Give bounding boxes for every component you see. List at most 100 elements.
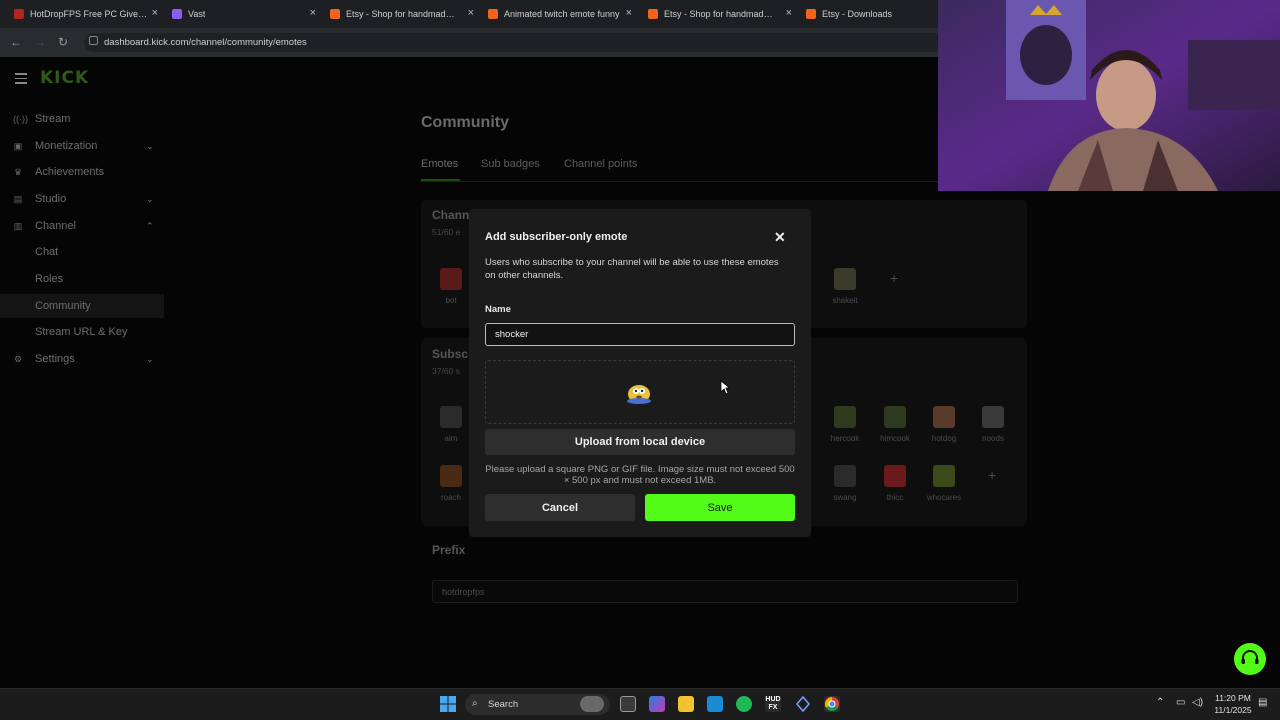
emote-item[interactable]: thicc — [875, 465, 915, 502]
tab-sub-badges[interactable]: Sub badges — [481, 158, 540, 170]
sidebar-item-studio[interactable]: ▤ Studio ⌄ — [0, 187, 164, 211]
sidebar-item-label: Settings — [35, 353, 75, 365]
sidebar-item-roles[interactable]: Roles — [0, 267, 164, 291]
headset-icon — [1241, 650, 1259, 664]
site-info-icon[interactable] — [89, 36, 98, 45]
emote-item[interactable]: himcook — [875, 406, 915, 443]
hud-fx-icon[interactable]: HUD FX — [765, 696, 781, 712]
emote-item[interactable]: noods — [973, 406, 1013, 443]
emote-name: thicc — [886, 493, 904, 502]
emote-name: aim — [444, 434, 458, 443]
emote-image — [834, 268, 856, 290]
chevron-up-icon[interactable]: ⌃ — [146, 221, 154, 232]
etsy-favicon-icon — [806, 9, 816, 19]
clock-time[interactable]: 11:20 PM — [1210, 693, 1256, 703]
emote-item[interactable]: hercook — [825, 406, 865, 443]
emote-image — [440, 268, 462, 290]
close-tab-icon[interactable]: × — [626, 7, 632, 19]
search-highlight-icon — [580, 696, 604, 712]
close-icon[interactable]: ✕ — [774, 229, 786, 246]
emote-name: bot — [445, 296, 457, 305]
support-button[interactable] — [1234, 643, 1266, 675]
chevron-down-icon[interactable]: ⌄ — [146, 354, 154, 365]
emote-item[interactable]: swang — [825, 465, 865, 502]
sidebar-item-label: Chat — [35, 246, 59, 258]
emote-name: hercook — [830, 434, 860, 443]
spotify-icon[interactable] — [736, 696, 752, 712]
notification-bell-icon[interactable]: ▤ — [1258, 697, 1267, 708]
browser-tab[interactable]: Vast × — [172, 4, 320, 24]
back-icon[interactable]: ← — [10, 35, 22, 49]
sidebar-item-settings[interactable]: ⚙ Settings ⌄ — [0, 347, 164, 371]
network-icon[interactable]: ▭ — [1176, 697, 1185, 708]
tab-emotes[interactable]: Emotes — [421, 158, 458, 170]
close-tab-icon[interactable]: × — [152, 7, 158, 19]
emote-name: whocares — [926, 493, 962, 502]
upload-help-text: Please upload a square PNG or GIF file. … — [485, 464, 795, 486]
file-explorer-icon[interactable] — [678, 696, 694, 712]
url-field[interactable]: dashboard.kick.com/channel/community/emo… — [84, 33, 944, 52]
menu-icon[interactable] — [15, 73, 27, 87]
emote-image — [834, 406, 856, 428]
tab-channel-points[interactable]: Channel points — [564, 158, 637, 170]
chrome-icon[interactable] — [824, 696, 840, 712]
tab-title: HotDropFPS Free PC Giveaway — [30, 9, 150, 19]
emote-name-input[interactable] — [485, 323, 795, 346]
chevron-down-icon[interactable]: ⌄ — [146, 141, 154, 152]
sidebar-item-achievements[interactable]: ♛ Achievements — [0, 160, 164, 184]
browser-tab[interactable]: Etsy - Downloads — [806, 4, 936, 24]
sidebar-item-chat[interactable]: Chat — [0, 240, 164, 264]
emote-image — [982, 406, 1004, 428]
clock-date[interactable]: 11/1/2025 — [1210, 705, 1256, 715]
sidebar-item-community[interactable]: Community — [0, 294, 164, 318]
sidebar-item-stream-url-key[interactable]: Stream URL & Key — [0, 320, 164, 344]
kick-logo[interactable]: KICK — [40, 68, 89, 88]
tab-divider — [421, 181, 1021, 182]
cancel-button[interactable]: Cancel — [485, 494, 635, 521]
notepad-icon[interactable] — [707, 696, 723, 712]
browser-tab[interactable]: HotDropFPS Free PC Giveaway × — [14, 4, 162, 24]
copilot-icon[interactable] — [649, 696, 665, 712]
close-tab-icon[interactable]: × — [786, 7, 792, 19]
add-emote-plus-icon[interactable]: + — [988, 467, 996, 483]
sidebar-item-channel[interactable]: ▥ Channel ⌃ — [0, 214, 164, 238]
emote-image — [884, 406, 906, 428]
tab-title: Etsy - Shop for handmade, vintage — [664, 9, 774, 19]
tray-overflow-chevron-icon[interactable]: ⌃ — [1156, 697, 1164, 708]
emote-item[interactable]: whocares — [924, 465, 964, 502]
task-view-icon[interactable] — [620, 696, 636, 712]
emote-image — [440, 465, 462, 487]
tab-title: Etsy - Downloads — [822, 9, 893, 19]
emote-item[interactable]: aim — [431, 406, 471, 443]
close-tab-icon[interactable]: × — [310, 7, 316, 19]
close-tab-icon[interactable]: × — [468, 7, 474, 19]
modal-title: Add subscriber-only emote — [485, 231, 628, 243]
emote-item[interactable]: shakeit — [825, 268, 865, 305]
windows-start-icon[interactable] — [440, 696, 456, 712]
browser-tab[interactable]: Etsy - Shop for handmade, vintage × — [648, 4, 796, 24]
reload-icon[interactable]: ↻ — [58, 35, 68, 49]
modal-description: Users who subscribe to your channel will… — [485, 257, 779, 281]
emote-name: swang — [833, 493, 857, 502]
emote-item[interactable]: hotdog — [924, 406, 964, 443]
sidebar-item-stream[interactable]: ((·)) Stream — [0, 107, 164, 131]
app-diamond-icon[interactable] — [795, 695, 811, 713]
sidebar-item-monetization[interactable]: ▣ Monetization ⌄ — [0, 134, 164, 158]
save-button[interactable]: Save — [645, 494, 795, 521]
etsy-favicon-icon — [330, 9, 340, 19]
emote-image — [933, 406, 955, 428]
prefix-label: Prefix — [432, 543, 466, 557]
upload-button[interactable]: Upload from local device — [485, 429, 795, 455]
sidebar-item-label: Stream — [35, 113, 71, 125]
volume-icon[interactable]: ◁) — [1192, 697, 1203, 708]
sidebar-item-label: Studio — [35, 193, 67, 205]
sidebar-item-label: Achievements — [35, 166, 105, 178]
chevron-down-icon[interactable]: ⌄ — [146, 194, 154, 205]
browser-tab[interactable]: Animated twitch emote funny × — [488, 4, 636, 24]
emote-item[interactable]: bot — [431, 268, 471, 305]
add-emote-plus-icon[interactable]: + — [890, 270, 898, 286]
prefix-input[interactable]: hotdropfps — [432, 580, 1018, 603]
browser-tab[interactable]: Etsy - Shop for handmade, vintage × — [330, 4, 478, 24]
forward-icon[interactable]: → — [34, 35, 46, 49]
emote-item[interactable]: roach — [431, 465, 471, 502]
